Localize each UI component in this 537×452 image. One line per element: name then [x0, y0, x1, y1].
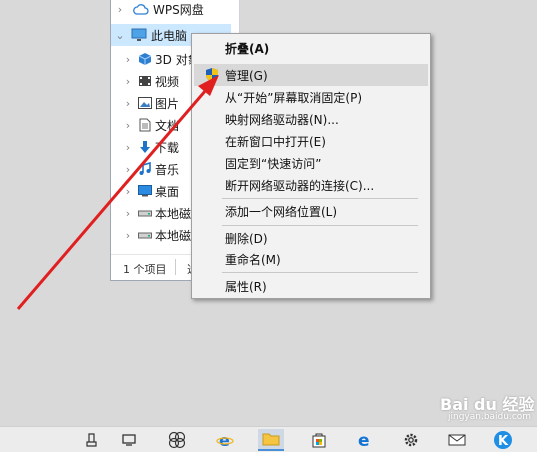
mail-icon[interactable] [444, 429, 470, 451]
chevron-right-icon[interactable]: › [123, 141, 133, 154]
search-icon[interactable] [78, 429, 104, 451]
menu-item-unpin-start[interactable]: 从“开始”屏幕取消固定(P) [194, 86, 428, 108]
chevron-right-icon[interactable]: › [123, 53, 133, 66]
nav-item-label: 文档 [155, 118, 180, 133]
cloud-icon [133, 2, 149, 16]
music-icon [137, 162, 153, 176]
menu-item-label: 断开网络驱动器的连接(C)... [225, 178, 375, 193]
svg-text:e: e [219, 431, 230, 449]
nav-item-label: 桌面 [155, 184, 180, 199]
3d-objects-icon [137, 52, 153, 66]
chevron-right-icon[interactable]: › [123, 229, 133, 242]
menu-item-pin-quick-access[interactable]: 固定到“快速访问” [194, 152, 428, 174]
chevron-right-icon[interactable]: › [123, 97, 133, 110]
chevron-right-icon[interactable]: › [123, 75, 133, 88]
item-count: 1 个项目 [123, 263, 167, 276]
chevron-right-icon[interactable]: › [123, 207, 133, 220]
chevron-down-icon[interactable]: ⌄ [115, 29, 125, 42]
chevron-right-icon[interactable]: › [123, 185, 133, 198]
computer-icon [131, 28, 147, 42]
nav-item-label: WPS网盘 [153, 2, 204, 17]
desktop-icon [137, 184, 153, 198]
menu-item-label: 添加一个网络位置(L) [225, 204, 338, 219]
menu-item-label: 管理(G) [225, 68, 268, 83]
nav-item-label: 此电脑 [151, 28, 188, 43]
edge-browser-icon[interactable]: e [352, 429, 378, 451]
pictures-icon [137, 96, 153, 110]
menu-separator [222, 225, 418, 226]
chevron-right-icon[interactable]: › [123, 163, 133, 176]
nav-item-label: 视频 [155, 74, 180, 89]
menu-item-label: 属性(R) [225, 279, 267, 294]
task-view-icon[interactable] [116, 429, 142, 451]
menu-item-label: 折叠(A) [225, 41, 270, 56]
video-icon [137, 74, 153, 88]
uac-shield-icon [204, 67, 220, 83]
menu-item-label: 在新窗口中打开(E) [225, 134, 326, 149]
svg-text:e: e [358, 431, 370, 449]
settings-gear-icon[interactable] [398, 429, 424, 451]
kugou-music-icon[interactable]: K [490, 429, 516, 451]
taskbar: e e K [0, 426, 537, 452]
chevron-right-icon[interactable]: › [115, 3, 125, 16]
menu-item-map-network-drive[interactable]: 映射网络驱动器(N)... [194, 108, 428, 130]
drive-icon [137, 206, 153, 220]
nav-item-label: 图片 [155, 96, 180, 111]
nav-item-label: 音乐 [155, 162, 180, 177]
menu-separator [222, 198, 418, 199]
menu-item-manage[interactable]: 管理(G) [194, 64, 428, 86]
menu-item-collapse[interactable]: 折叠(A) [194, 37, 428, 59]
baidu-watermark-url: jingyan.baidu.com [448, 412, 532, 422]
pinwheel-app-icon[interactable] [164, 429, 190, 451]
documents-icon [137, 118, 153, 132]
menu-item-label: 固定到“快速访问” [225, 156, 322, 171]
menu-item-add-network-location[interactable]: 添加一个网络位置(L) [194, 200, 428, 222]
file-explorer-icon[interactable] [258, 429, 284, 451]
store-icon[interactable] [306, 429, 332, 451]
nav-item-wps-cloud[interactable]: › WPS网盘 [111, 0, 231, 20]
context-menu[interactable]: 折叠(A) 管理(G) 从“开始”屏幕取消固定(P) 映射网络驱动器(N)...… [191, 33, 431, 299]
chevron-right-icon[interactable]: › [123, 119, 133, 132]
menu-item-label: 映射网络驱动器(N)... [225, 112, 339, 127]
menu-item-open-new-window[interactable]: 在新窗口中打开(E) [194, 130, 428, 152]
download-icon [137, 140, 153, 154]
nav-item-label: 下载 [155, 140, 180, 155]
svg-text:K: K [498, 434, 509, 449]
menu-separator [222, 272, 418, 273]
menu-item-properties[interactable]: 属性(R) [194, 275, 428, 297]
menu-item-disconnect-drive[interactable]: 断开网络驱动器的连接(C)... [194, 174, 428, 196]
menu-item-label: 删除(D) [225, 231, 268, 246]
menu-item-rename[interactable]: 重命名(M) [194, 248, 428, 270]
drive-icon [137, 228, 153, 242]
menu-item-label: 从“开始”屏幕取消固定(P) [225, 90, 363, 105]
menu-item-delete[interactable]: 删除(D) [194, 227, 428, 249]
ie-browser-icon[interactable]: e [212, 429, 238, 451]
status-divider [175, 259, 176, 275]
menu-item-label: 重命名(M) [225, 252, 281, 267]
